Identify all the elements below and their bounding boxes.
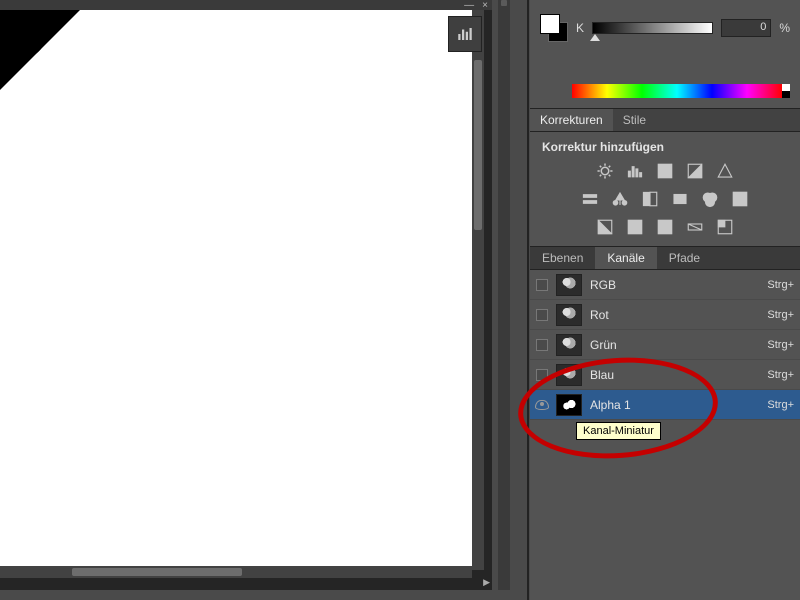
channel-row-rot[interactable]: Rot Strg+ xyxy=(530,300,800,330)
visibility-toggle[interactable] xyxy=(534,307,550,323)
channel-name: Rot xyxy=(590,308,767,322)
right-panel-stack: K 0 % Korrekturen Stile Korrektur hinzuf… xyxy=(530,0,800,600)
visibility-toggle[interactable] xyxy=(534,397,550,413)
panel-divider xyxy=(527,0,529,600)
channel-name: Blau xyxy=(590,368,767,382)
channel-thumbnail[interactable] xyxy=(556,304,582,326)
vibrance-icon[interactable] xyxy=(716,162,734,180)
invert-icon[interactable] xyxy=(596,218,614,236)
tooltip: Kanal-Miniatur xyxy=(576,422,661,440)
document-tabstrip: — × xyxy=(0,0,492,10)
horizontal-scroll-thumb[interactable] xyxy=(72,568,242,576)
channel-shortcut: Strg+ xyxy=(767,339,794,351)
visibility-toggle[interactable] xyxy=(534,277,550,293)
channel-row-alpha1[interactable]: Alpha 1 Strg+ xyxy=(530,390,800,420)
tab-ebenen[interactable]: Ebenen xyxy=(530,247,595,269)
color-balance-icon[interactable] xyxy=(611,190,629,208)
close-icon[interactable]: × xyxy=(482,0,488,11)
tab-pfade[interactable]: Pfade xyxy=(657,247,712,269)
adjustments-body: Korrektur hinzufügen xyxy=(530,132,800,246)
channel-row-rgb[interactable]: RGB Strg+ xyxy=(530,270,800,300)
channel-name: Alpha 1 xyxy=(590,398,767,412)
channel-name: RGB xyxy=(590,278,767,292)
exposure-icon[interactable] xyxy=(686,162,704,180)
color-lookup-icon[interactable] xyxy=(731,190,749,208)
selective-color-icon[interactable] xyxy=(716,218,734,236)
hue-sat-icon[interactable] xyxy=(581,190,599,208)
threshold-icon[interactable] xyxy=(656,218,674,236)
channel-row-gruen[interactable]: Grün Strg+ xyxy=(530,330,800,360)
channel-shortcut: Strg+ xyxy=(767,309,794,321)
visibility-toggle[interactable] xyxy=(534,337,550,353)
k-value-field[interactable]: 0 xyxy=(721,19,771,37)
channel-thumbnail[interactable] xyxy=(556,364,582,386)
adjustments-title: Korrektur hinzufügen xyxy=(542,140,788,154)
curves-icon[interactable] xyxy=(656,162,674,180)
photo-filter-icon[interactable] xyxy=(671,190,689,208)
channel-thumbnail[interactable] xyxy=(556,334,582,356)
black-white-icon[interactable] xyxy=(641,190,659,208)
gradient-map-icon[interactable] xyxy=(686,218,704,236)
visibility-toggle[interactable] xyxy=(534,367,550,383)
channel-name: Grün xyxy=(590,338,767,352)
channel-thumbnail[interactable] xyxy=(556,274,582,296)
artboard[interactable] xyxy=(0,10,472,570)
minimize-icon[interactable]: — xyxy=(464,0,474,11)
vertical-scroll-thumb[interactable] xyxy=(474,60,482,230)
vertical-scrollbar[interactable] xyxy=(472,10,484,570)
histogram-icon xyxy=(456,25,474,43)
channel-thumbnail[interactable] xyxy=(556,394,582,416)
k-slider[interactable] xyxy=(592,22,713,34)
channel-shortcut: Strg+ xyxy=(767,399,794,411)
resize-grip-icon[interactable]: ▶ xyxy=(483,577,490,588)
horizontal-scrollbar[interactable] xyxy=(0,566,472,578)
channel-row-blau[interactable]: Blau Strg+ xyxy=(530,360,800,390)
color-spectrum[interactable] xyxy=(572,84,782,98)
panel-gutter[interactable] xyxy=(498,0,510,590)
slider-handle-icon[interactable] xyxy=(590,34,600,41)
canvas-area: — × ▶ xyxy=(0,0,492,590)
foreground-color-swatch[interactable] xyxy=(540,14,560,34)
tab-stile[interactable]: Stile xyxy=(613,109,656,131)
percent-label: % xyxy=(779,21,790,35)
layers-tabs: Ebenen Kanäle Pfade xyxy=(530,246,800,270)
color-panel: K 0 % xyxy=(530,0,800,50)
channel-shortcut: Strg+ xyxy=(767,369,794,381)
eye-icon xyxy=(535,400,549,410)
tab-korrekturen[interactable]: Korrekturen xyxy=(530,109,613,131)
adjustments-tabs: Korrekturen Stile xyxy=(530,108,800,132)
posterize-icon[interactable] xyxy=(626,218,644,236)
channels-list: RGB Strg+ Rot Strg+ Grün Strg+ Blau Strg… xyxy=(530,270,800,570)
brightness-contrast-icon[interactable] xyxy=(596,162,614,180)
channel-mixer-icon[interactable] xyxy=(701,190,719,208)
channel-shortcut: Strg+ xyxy=(767,279,794,291)
foreground-background-swatch[interactable] xyxy=(540,14,568,42)
levels-icon[interactable] xyxy=(626,162,644,180)
collapsed-panel-button[interactable] xyxy=(448,16,482,52)
color-mode-label: K xyxy=(576,21,584,35)
tab-kanaele[interactable]: Kanäle xyxy=(595,247,656,269)
